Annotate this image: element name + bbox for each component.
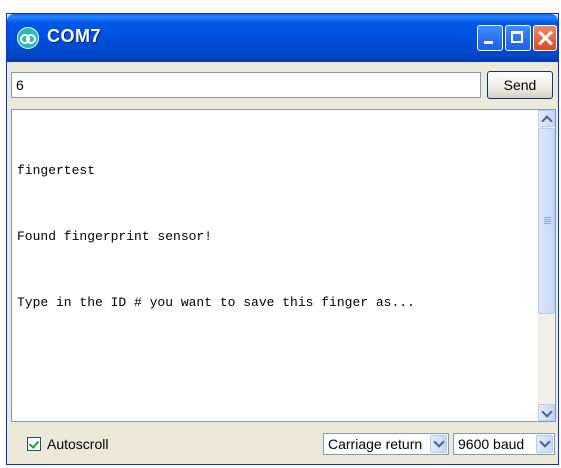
serial-output[interactable]: fingertest Found fingerprint sensor! Typ… [11, 109, 556, 422]
send-input[interactable] [11, 72, 481, 98]
baud-rate-select[interactable]: 9600 baud [453, 433, 555, 455]
chevron-down-icon[interactable] [536, 435, 553, 453]
autoscroll-label[interactable]: Autoscroll [47, 436, 108, 452]
send-button[interactable]: Send [487, 71, 553, 99]
output-line: Found fingerprint sensor! [17, 229, 213, 244]
output-text: fingertest Found fingerprint sensor! Typ… [17, 116, 533, 358]
grip-icon [544, 217, 551, 225]
scroll-up-button[interactable] [538, 110, 555, 127]
close-button[interactable] [533, 25, 557, 51]
chevron-down-icon[interactable] [430, 435, 447, 453]
serial-monitor-window: COM7 Send fingertest Found fingerprint s… [6, 13, 559, 465]
title-bar[interactable]: COM7 [7, 14, 558, 62]
line-ending-value: Carriage return [328, 436, 423, 452]
baud-rate-value: 9600 baud [458, 436, 525, 452]
minimize-button[interactable] [477, 25, 503, 51]
checkmark-icon [28, 438, 40, 449]
arduino-icon [17, 27, 39, 49]
window-title: COM7 [47, 26, 102, 46]
autoscroll-checkbox[interactable] [27, 437, 41, 451]
vertical-scrollbar[interactable] [538, 110, 555, 421]
maximize-button[interactable] [505, 25, 531, 51]
scroll-down-button[interactable] [538, 404, 555, 421]
scroll-thumb[interactable] [538, 128, 555, 314]
line-ending-select[interactable]: Carriage return [323, 433, 449, 455]
output-line: fingertest [17, 163, 96, 178]
output-line: Type in the ID # you want to save this f… [17, 295, 415, 310]
